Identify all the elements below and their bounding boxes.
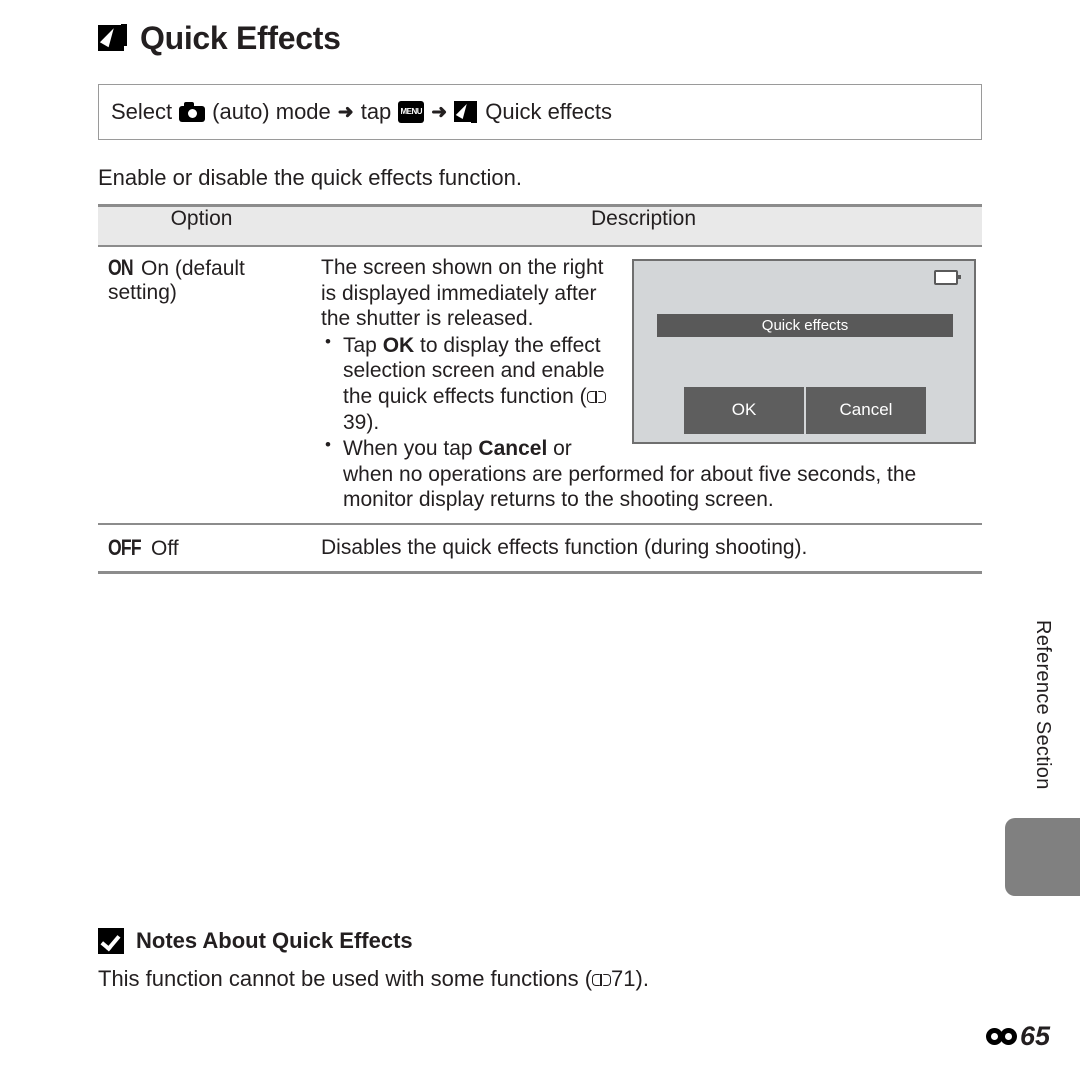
book-reference-icon-notes xyxy=(592,973,612,988)
page-number-text: 65 xyxy=(1019,1021,1050,1051)
table-row: ON On (default setting) Quick effects OK … xyxy=(98,246,982,526)
intro-text: Enable or disable the quick effects func… xyxy=(98,165,522,190)
page-number: 65 xyxy=(985,1021,1050,1052)
notes-body-ref: 71 xyxy=(611,966,636,991)
bullet-tail-1: ). xyxy=(366,410,380,434)
notes-body: This function cannot be used with some f… xyxy=(98,966,978,992)
on-glyph: ON xyxy=(108,255,134,280)
notes-title: Notes About Quick Effects xyxy=(136,928,413,953)
battery-icon xyxy=(934,270,961,285)
bullet-ref-1: 39 xyxy=(343,410,367,434)
bullet-pre-2: When you tap xyxy=(343,437,479,461)
option-cell-on: ON On (default setting) xyxy=(98,246,305,526)
table-row: OFF Off Disables the quick effects functi… xyxy=(98,524,982,575)
nav-destination: Quick effects xyxy=(485,99,612,124)
options-table: Option Description ON On (default setting… xyxy=(98,204,982,575)
option-cell-off: OFF Off xyxy=(98,524,305,575)
column-header-description: Description xyxy=(305,204,982,247)
notes-body-pre: This function cannot be used with some f… xyxy=(98,966,593,991)
description-cell-on: Quick effects OK Cancel The screen shown… xyxy=(305,246,982,526)
option-label-off: Off xyxy=(151,537,179,561)
page-title: Quick Effects xyxy=(98,22,341,54)
description-cell-off: Disables the quick effects function (dur… xyxy=(305,524,982,575)
camera-auto-mode-icon xyxy=(179,102,206,122)
navigation-path: Select (auto) mode ➜ tap MENU ➜ Quick ef… xyxy=(111,99,612,125)
navigation-path-box: Select (auto) mode ➜ tap MENU ➜ Quick ef… xyxy=(98,84,982,140)
quick-effects-icon-inline xyxy=(454,100,478,124)
notes-heading: Notes About Quick Effects xyxy=(98,928,978,954)
off-glyph: OFF xyxy=(108,535,142,561)
notes-section: Notes About Quick Effects This function … xyxy=(98,928,978,992)
section-tab-marker xyxy=(1005,818,1080,896)
nav-select-word: Select xyxy=(111,99,173,124)
list-item: When you tap Cancel or when no operation… xyxy=(321,435,976,513)
bullet-bold-1: OK xyxy=(382,333,415,357)
arrow-right-icon-2: ➜ xyxy=(431,101,448,123)
menu-button-icon: MENU xyxy=(398,101,425,123)
table-header-row: Option Description xyxy=(98,204,982,247)
book-reference-icon xyxy=(586,390,606,405)
nav-auto-label: (auto) mode xyxy=(212,99,331,124)
description-bullet-list: Tap OK to display the effect selection s… xyxy=(321,332,976,513)
arrow-right-icon: ➜ xyxy=(337,101,354,123)
column-header-option: Option xyxy=(98,204,305,247)
quick-effects-icon xyxy=(98,23,128,53)
notes-body-tail: ). xyxy=(635,966,649,991)
reference-symbol-icon xyxy=(985,1028,1017,1045)
checkmark-note-icon xyxy=(98,928,124,954)
page-title-text: Quick Effects xyxy=(140,20,341,56)
nav-tap-word: tap xyxy=(360,99,392,124)
list-item: Tap OK to display the effect selection s… xyxy=(321,332,976,435)
bullet-bold-2: Cancel xyxy=(478,437,548,461)
section-label: Reference Section xyxy=(1032,620,1054,790)
bullet-pre-1: Tap xyxy=(343,333,383,357)
